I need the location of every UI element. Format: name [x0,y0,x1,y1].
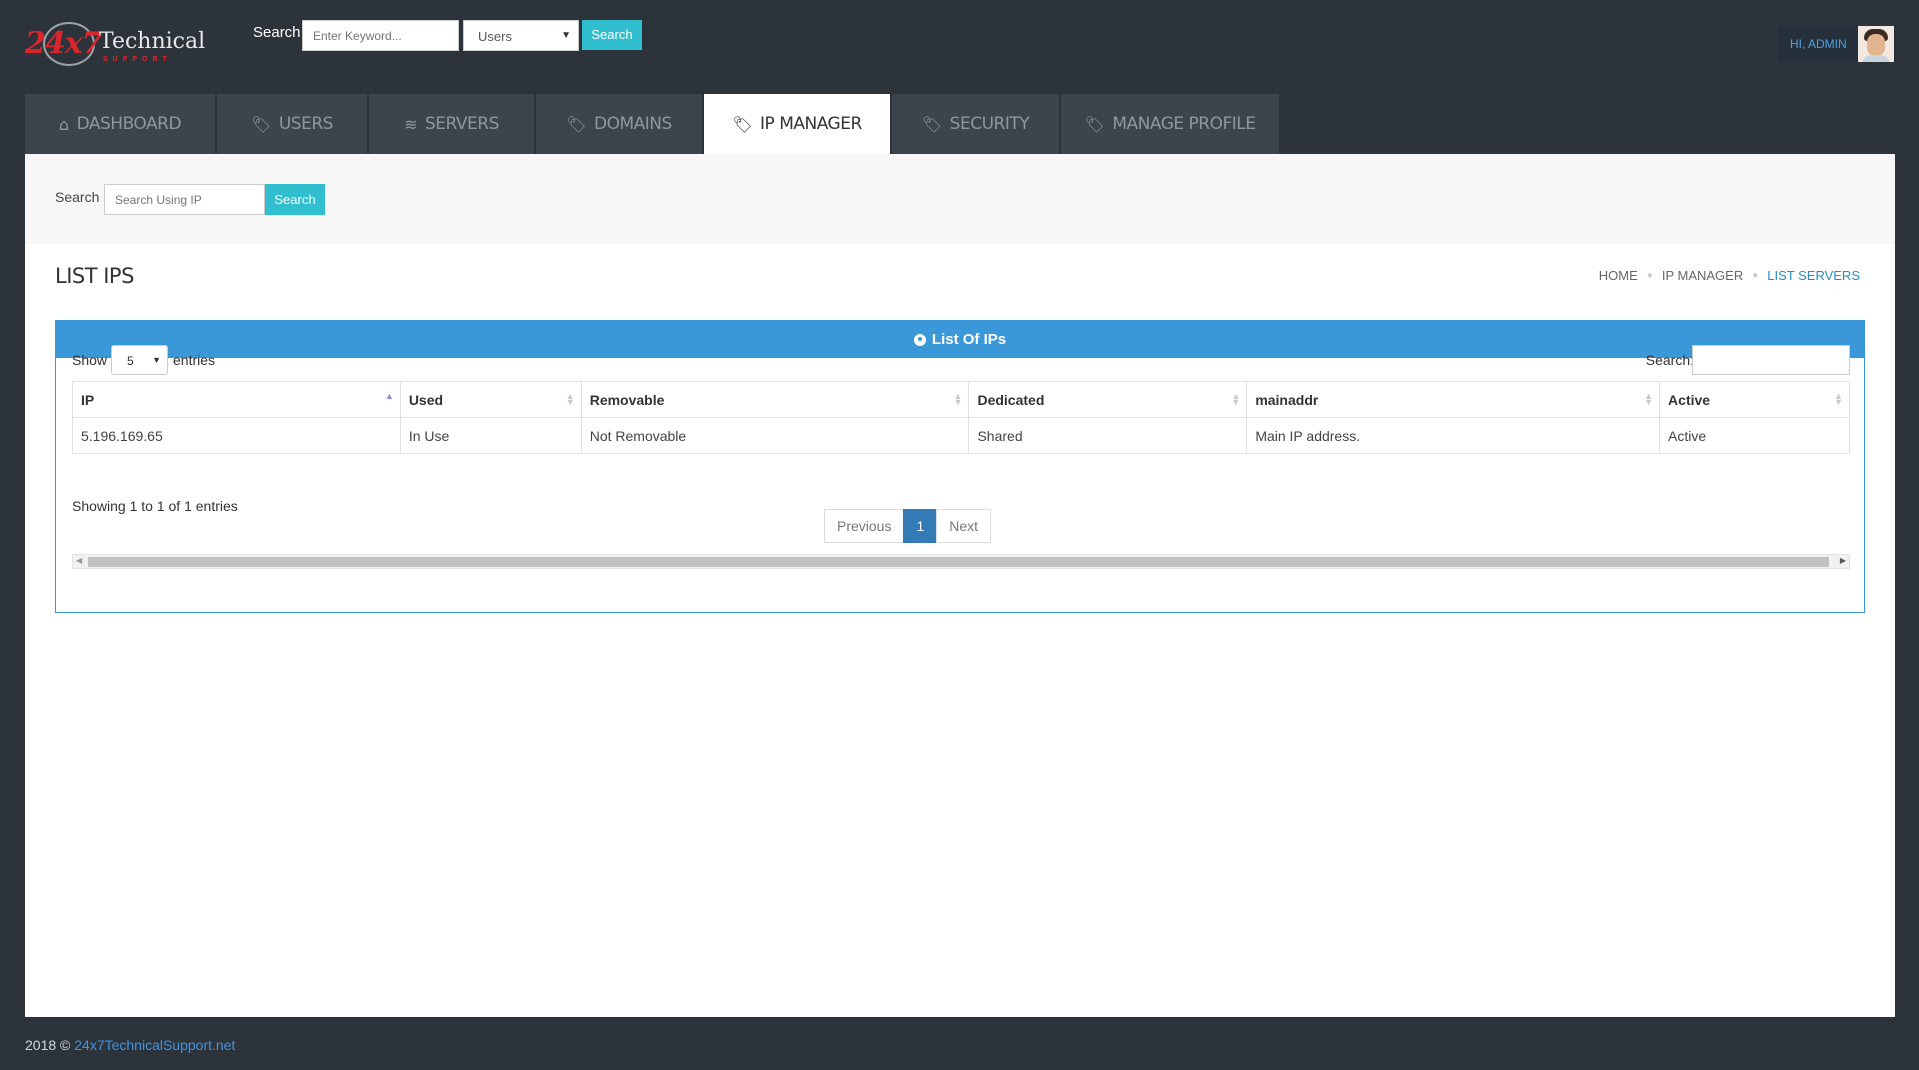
horizontal-scrollbar[interactable]: ◀ ▶ [72,554,1850,569]
ip-search-button[interactable]: Search [265,184,325,215]
footer: 2018 © 24x7TechnicalSupport.net [25,1037,235,1053]
pagination-page[interactable]: 1 [903,509,938,543]
layers-icon: ≋ [404,114,417,134]
cell-mainaddr: Main IP address. [1246,417,1661,454]
tag-icon: 🏷︎ [1084,114,1105,134]
column-header-removable[interactable]: Removable ▲ ▼ [580,381,970,418]
scroll-left-icon[interactable]: ◀ [76,556,82,565]
cell-removable: Not Removable [580,417,970,454]
tab-label: SERVERS [425,114,499,134]
breadcrumb-ip-manager[interactable]: IP MANAGER [1662,268,1743,283]
sort-icon: ▲ ▼ [1231,391,1241,407]
column-header-mainaddr[interactable]: mainaddr ▲ ▼ [1246,381,1661,418]
ip-list-card: List Of IPs Show 5 ▼ entries Search: IP ▲… [55,320,1865,613]
ip-search-label: Search [55,189,100,205]
breadcrumb: HOME ● IP MANAGER ● LIST SERVERS [1599,268,1860,283]
ip-search-input[interactable] [104,184,265,215]
cell-dedicated: Shared [968,417,1248,454]
cell-used: In Use [399,417,582,454]
tag-icon: 🏷︎ [921,114,942,134]
table-row: 5.196.169.65 In Use Not Removable Shared… [72,417,1850,454]
tab-security[interactable]: 🏷︎ SECURITY [892,94,1059,154]
cell-active: Active [1659,417,1850,454]
avatar[interactable] [1858,26,1894,62]
table-header-row: IP ▲ Used ▲ ▼ Removable ▲ ▼ Dedicated ▲ ▼ maina… [72,381,1850,418]
page-title: LIST IPS [55,264,134,288]
footer-copyright: 2018 © [25,1037,71,1053]
main-nav: ⌂ DASHBOARD 🏷︎ USERS ≋ SERVERS 🏷︎ DOMAIN… [25,94,1281,154]
tab-domains[interactable]: 🏷︎ DOMAINS [536,94,702,154]
sort-icon: ▲ ▼ [1644,391,1654,407]
breadcrumb-current: LIST SERVERS [1767,268,1860,283]
tab-label: DOMAINS [594,114,672,134]
column-header-ip[interactable]: IP ▲ [72,381,401,418]
sort-icon: ▲ ▼ [953,391,963,407]
sort-icon: ▲ ▼ [1834,391,1843,407]
show-label: Show [72,352,108,368]
header-search-label: Search [253,24,301,41]
tab-manage-profile[interactable]: 🏷︎ MANAGE PROFILE [1061,94,1279,154]
logo-word: Technical [99,29,206,54]
breadcrumb-home[interactable]: HOME [1599,268,1638,283]
entries-length-value: 5 [127,354,134,368]
ip-search-bar: Search Search [25,154,1895,244]
pagination-next[interactable]: Next [936,509,992,543]
breadcrumb-separator: ● [1646,270,1653,281]
pagination-previous[interactable]: Previous [824,509,905,543]
user-greeting: HI, ADMIN [1790,37,1847,51]
header-search-scope-select[interactable]: Users ▼ [463,20,579,51]
column-header-dedicated[interactable]: Dedicated ▲ ▼ [968,381,1248,418]
header-search-scope-value: Users [478,29,512,44]
header-search-input[interactable] [302,20,459,51]
tab-label: IP MANAGER [760,114,862,134]
footer-link[interactable]: 24x7TechnicalSupport.net [74,1037,235,1053]
entries-label: entries [173,352,216,368]
main-panel: Search Search LIST IPS HOME ● IP MANAGER… [25,154,1895,1017]
tab-label: MANAGE PROFILE [1112,114,1256,134]
tab-label: SECURITY [949,114,1030,134]
logo-sub: SUPPORT [103,56,172,63]
table-search-label: Search: [1645,352,1694,368]
chevron-down-icon: ▼ [152,355,161,365]
scrollbar-thumb[interactable] [88,557,1829,567]
tag-icon: 🏷︎ [566,114,586,134]
home-icon: ⌂ [58,114,69,134]
logo[interactable]: 24x7 Technical SUPPORT [25,20,205,70]
scroll-right-icon[interactable]: ▶ [1840,556,1846,565]
tag-icon: 🏷︎ [732,114,753,134]
ip-table: IP ▲ Used ▲ ▼ Removable ▲ ▼ Dedicated ▲ ▼ maina… [72,381,1850,454]
entries-length-select[interactable]: 5 ▼ [111,345,168,375]
tab-servers[interactable]: ≋ SERVERS [369,94,534,154]
tag-icon: 🏷︎ [251,114,271,134]
cell-ip: 5.196.169.65 [72,417,401,454]
chevron-down-icon: ▼ [561,30,571,41]
table-info: Showing 1 to 1 of 1 entries [72,498,238,514]
tab-ip-manager[interactable]: 🏷︎ IP MANAGER [704,94,890,154]
circle-icon [913,333,926,346]
logo-number: 24x7 [25,26,103,61]
sort-asc-icon: ▲ [384,391,394,401]
tab-label: USERS [278,114,334,134]
tab-users[interactable]: 🏷︎ USERS [217,94,367,154]
column-header-used[interactable]: Used ▲ ▼ [399,381,582,418]
table-search-input[interactable] [1692,345,1850,375]
sort-icon: ▲ ▼ [565,391,575,407]
column-header-active[interactable]: Active ▲ ▼ [1659,381,1850,418]
header-search-button[interactable]: Search [582,20,642,50]
datatable-controls: Show 5 ▼ entries Search: [72,345,1850,377]
tab-label: DASHBOARD [76,114,182,134]
user-menu[interactable]: HI, ADMIN [1778,26,1896,62]
pagination: Previous 1 Next [824,509,992,543]
tab-dashboard[interactable]: ⌂ DASHBOARD [25,94,215,154]
breadcrumb-separator: ● [1752,270,1759,281]
